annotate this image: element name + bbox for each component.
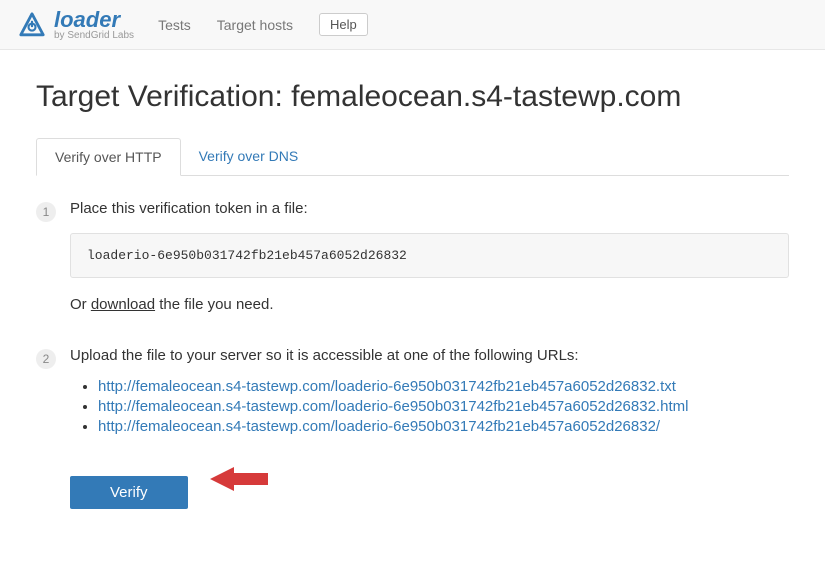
tab-verify-http[interactable]: Verify over HTTP xyxy=(36,138,181,176)
nav-tests[interactable]: Tests xyxy=(158,17,191,33)
tab-verify-dns[interactable]: Verify over DNS xyxy=(181,138,317,175)
step-2-text: Upload the file to your server so it is … xyxy=(70,347,789,364)
step-2: 2 Upload the file to your server so it i… xyxy=(36,347,789,509)
verification-url-link[interactable]: http://femaleocean.s4-tastewp.com/loader… xyxy=(98,398,688,415)
verification-tabs: Verify over HTTP Verify over DNS xyxy=(36,138,789,176)
help-button[interactable]: Help xyxy=(319,13,368,36)
loader-logo-icon xyxy=(18,11,46,39)
step-number: 2 xyxy=(36,349,56,369)
step-1: 1 Place this verification token in a fil… xyxy=(36,200,789,331)
brand-logo[interactable]: loader by SendGrid Labs xyxy=(18,9,134,41)
download-line: Or download the file you need. xyxy=(70,296,789,313)
list-item: http://femaleocean.s4-tastewp.com/loader… xyxy=(98,378,789,395)
verify-button[interactable]: Verify xyxy=(70,476,188,509)
list-item: http://femaleocean.s4-tastewp.com/loader… xyxy=(98,398,789,415)
verification-steps: 1 Place this verification token in a fil… xyxy=(36,200,789,509)
verification-url-link[interactable]: http://femaleocean.s4-tastewp.com/loader… xyxy=(98,418,660,435)
page-title: Target Verification: femaleocean.s4-tast… xyxy=(36,80,789,114)
brand-name: loader xyxy=(54,7,120,32)
top-nav: Tests Target hosts Help xyxy=(158,13,368,36)
topbar: loader by SendGrid Labs Tests Target hos… xyxy=(0,0,825,50)
verification-url-link[interactable]: http://femaleocean.s4-tastewp.com/loader… xyxy=(98,378,676,395)
step-1-text: Place this verification token in a file: xyxy=(70,200,789,217)
brand-byline: by SendGrid Labs xyxy=(54,30,134,41)
step-number: 1 xyxy=(36,202,56,222)
arrow-annotation-icon xyxy=(204,461,274,501)
download-link[interactable]: download xyxy=(91,296,155,313)
main-content: Target Verification: femaleocean.s4-tast… xyxy=(0,50,825,565)
verification-token[interactable]: loaderio-6e950b031742fb21eb457a6052d2683… xyxy=(70,233,789,278)
verification-urls: http://femaleocean.s4-tastewp.com/loader… xyxy=(70,378,789,435)
list-item: http://femaleocean.s4-tastewp.com/loader… xyxy=(98,418,789,435)
nav-target-hosts[interactable]: Target hosts xyxy=(217,17,293,33)
